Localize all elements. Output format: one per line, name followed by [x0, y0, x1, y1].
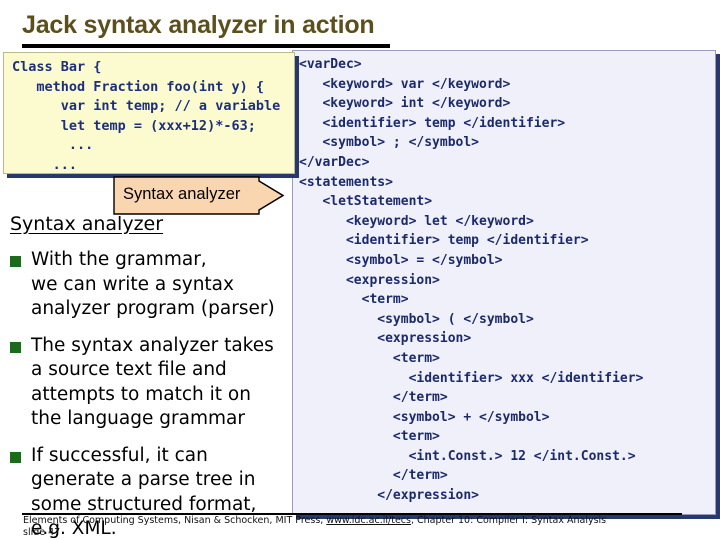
- list-item: The syntax analyzer takes a source text …: [10, 334, 295, 432]
- title-divider: [22, 44, 390, 48]
- footer-link[interactable]: www.idc.ac.il/tecs: [326, 515, 411, 526]
- section-heading: Syntax analyzer: [10, 213, 164, 235]
- xml-output-panel: <varDec> <keyword> var </keyword> <keywo…: [292, 50, 716, 515]
- bullet-text: The syntax analyzer takes a source text …: [31, 334, 274, 430]
- bullet-text: With the grammar, we can write a syntax …: [31, 249, 275, 319]
- footer-suffix: , Chapter 10: Compiler I: Syntax Analysi…: [410, 515, 607, 526]
- bullet-square-icon: [10, 451, 21, 463]
- arrow-banner-label: Syntax analyzer: [123, 185, 241, 203]
- footer-prefix: Elements of Computing Systems, Nisan & S…: [23, 515, 327, 526]
- list-item: With the grammar, we can write a syntax …: [10, 248, 295, 322]
- bullet-square-icon: [10, 341, 21, 353]
- arrow-banner: Syntax analyzer: [113, 176, 285, 215]
- jack-source-text: Class Bar { method Fraction foo(int y) {…: [12, 59, 281, 173]
- content-column: Syntax analyzer With the grammar, we can…: [10, 212, 295, 540]
- bullet-square-icon: [10, 256, 21, 267]
- slide-number: slide 47: [23, 527, 61, 538]
- footer-credit: Elements of Computing Systems, Nisan & S…: [23, 515, 703, 527]
- page-title: Jack syntax analyzer in action: [22, 11, 375, 39]
- slide-canvas: Jack syntax analyzer in action <varDec> …: [0, 0, 720, 540]
- xml-output-text: <varDec> <keyword> var </keyword> <keywo…: [299, 57, 644, 514]
- jack-source-panel: Class Bar { method Fraction foo(int y) {…: [3, 52, 295, 174]
